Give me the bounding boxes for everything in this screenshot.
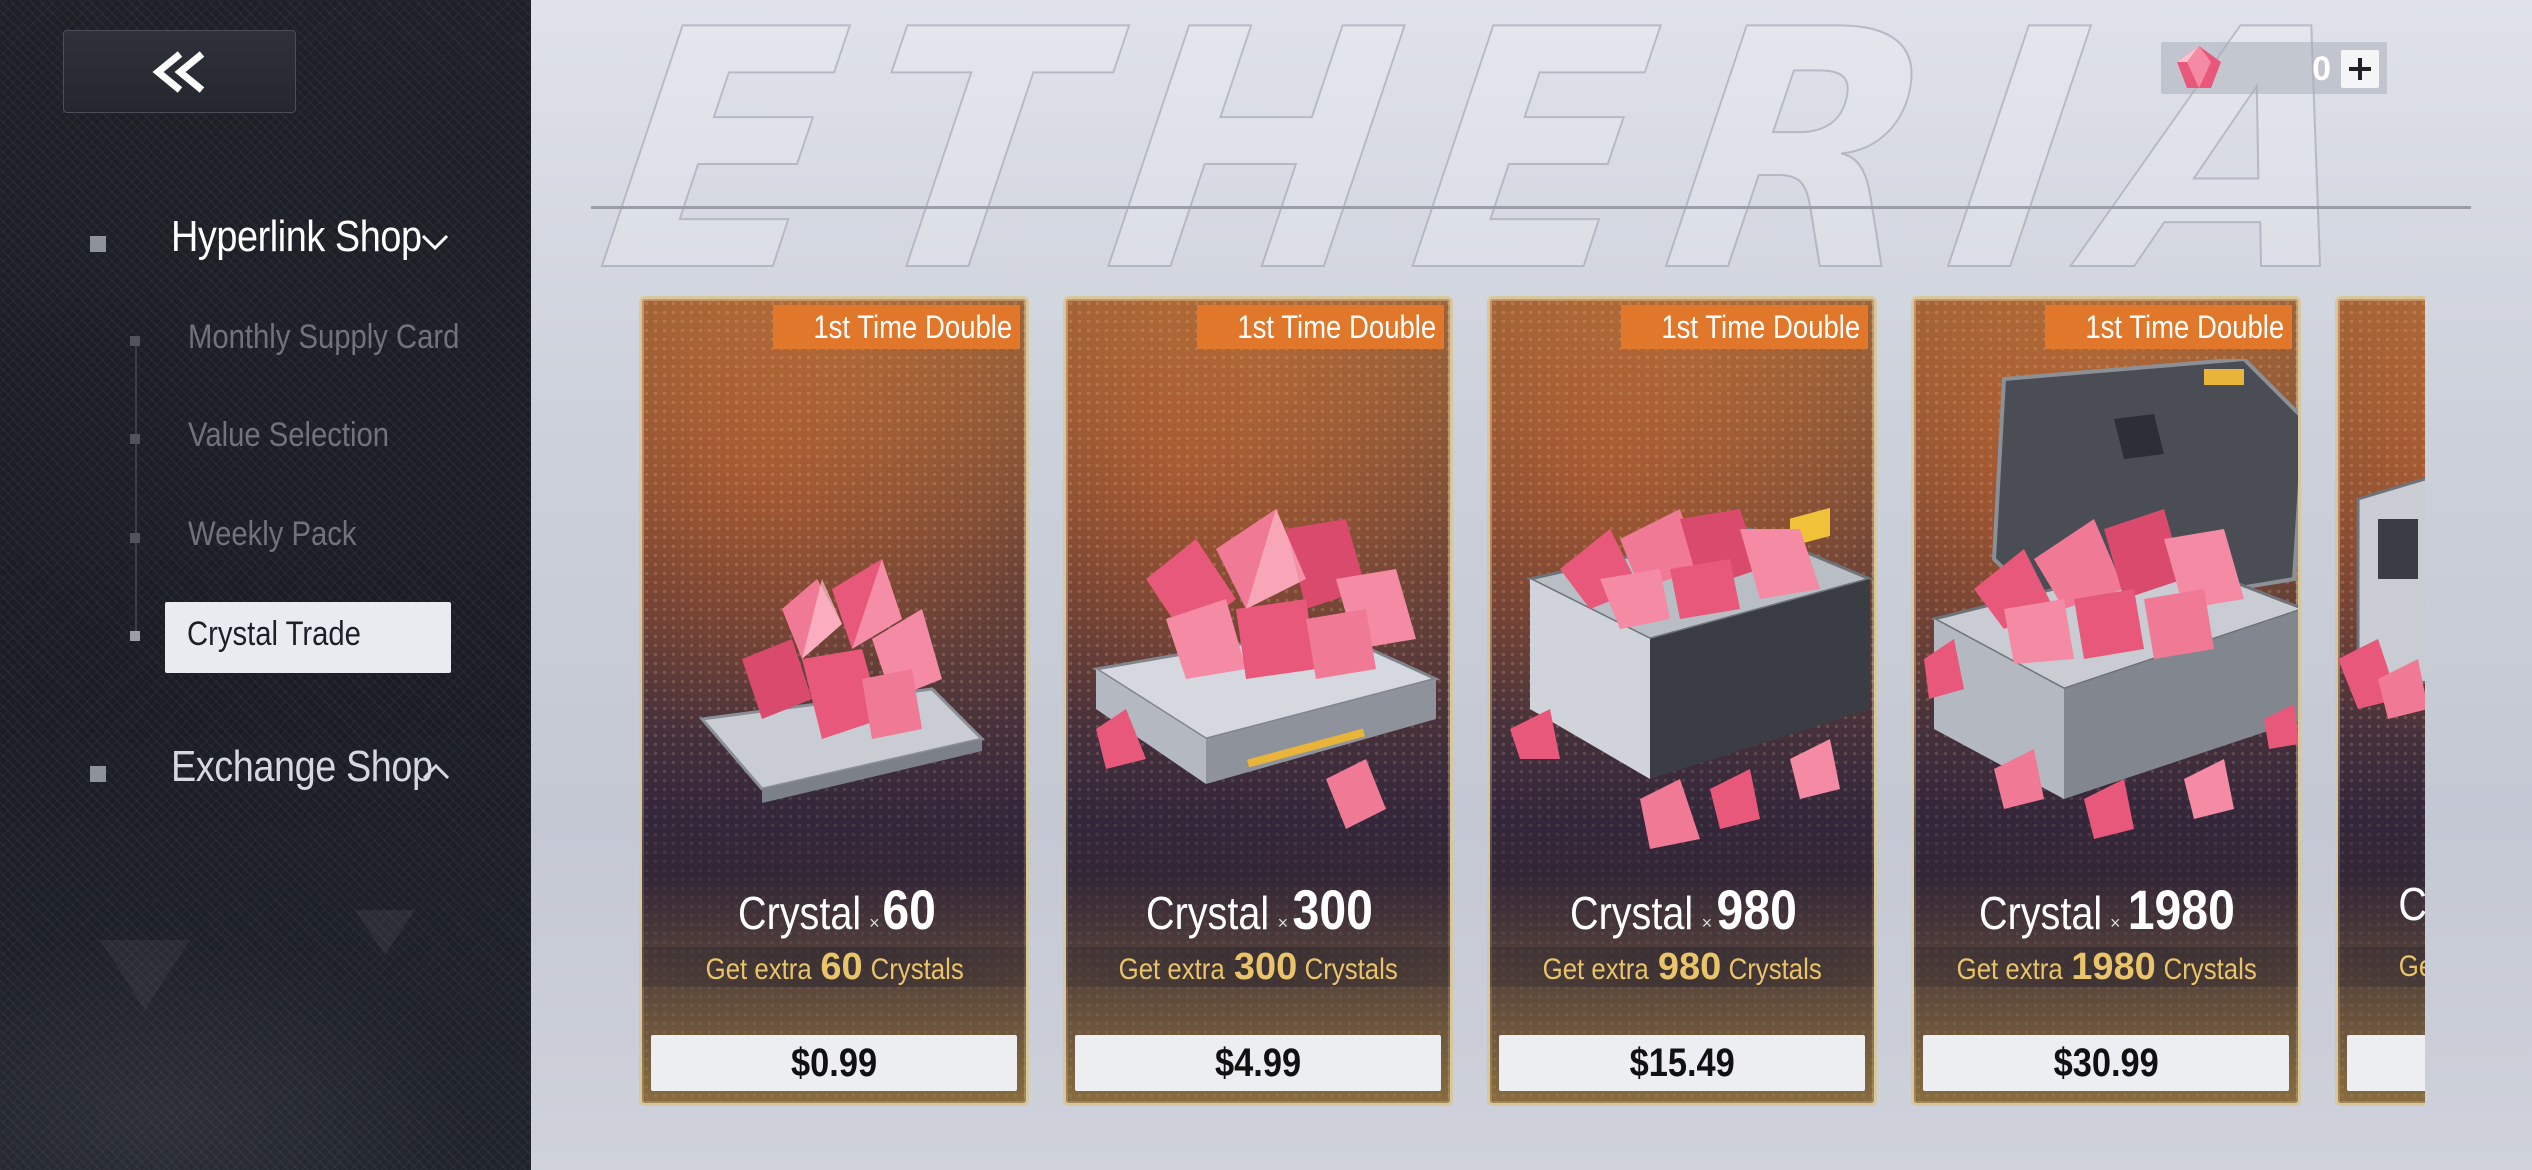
crystal-chest-image [1924, 359, 2298, 839]
submenu-dot [130, 631, 140, 641]
sidebar-item-monthly-supply-card[interactable]: Monthly Supply Card [188, 318, 459, 357]
add-crystals-button[interactable] [2341, 50, 2379, 88]
divider-line [591, 206, 2471, 209]
plus-icon [2349, 58, 2371, 80]
crystal-crate-image [2338, 477, 2425, 719]
shop-main: ETHERIA 0 1st Time Double Crystal ×60 Ge… [531, 0, 2532, 1170]
price-button[interactable]: $30.99 [1923, 1035, 2289, 1091]
crystal-gem-icon [2177, 46, 2221, 88]
sidebar-item-label: Crystal Trade [187, 615, 361, 653]
bonus-text: Get extra 980 Crystals [1490, 947, 1874, 987]
first-time-double-badge: 1st Time Double [772, 305, 1020, 349]
crystal-box-image [1510, 507, 1874, 849]
product-card[interactable]: 1st Time Double [1063, 296, 1453, 1106]
background-watermark-word: ETHERIA [583, 0, 2419, 345]
product-title: Crystal × 1980 [1978, 878, 2235, 941]
bonus-text: Get extra 300 Crystals [1066, 947, 1450, 987]
chevron-up-icon[interactable] [421, 762, 451, 782]
price-button[interactable]: $4.99 [1075, 1035, 1441, 1091]
submenu-dot [130, 434, 140, 444]
product-card[interactable]: 1st Time Double [1487, 296, 1877, 1106]
sidebar-item-value-selection[interactable]: Value Selection [188, 416, 389, 455]
crystal-balance: 0 [2161, 42, 2387, 94]
section-bullet [90, 766, 106, 782]
nav-section-hyperlink-shop[interactable]: Hyperlink Shop [171, 212, 422, 262]
crystal-pile-small-image [699, 559, 985, 803]
price-button[interactable]: $15.49 [1499, 1035, 1865, 1091]
product-card-list: 1st Time Double Crystal ×60 Get extra60 … [639, 296, 2425, 1111]
sidebar-item-weekly-pack[interactable]: Weekly Pack [188, 515, 356, 554]
back-button[interactable] [63, 30, 296, 113]
crystal-tray-image [1091, 509, 1441, 829]
submenu-dot [130, 533, 140, 543]
product-card[interactable]: 1st Time Double [1911, 296, 2301, 1106]
crystal-balance-amount: 0 [2312, 50, 2331, 88]
sidebar-item-crystal-trade[interactable]: Crystal Trade [165, 602, 451, 673]
bonus-text: Get extra 60 Crystals [642, 947, 1026, 987]
product-title: Crystal ×300 [1146, 878, 1373, 941]
nav-section-exchange-shop[interactable]: Exchange Shop [171, 742, 433, 792]
section-bullet [90, 236, 106, 252]
first-time-double-badge: 1st Time Double [1196, 305, 1444, 349]
product-card[interactable]: C Ge [2335, 296, 2425, 1106]
product-title: Crystal ×980 [1570, 878, 1797, 941]
chevron-down-icon[interactable] [420, 232, 450, 252]
sidebar: Hyperlink Shop Monthly Supply Card Value… [0, 0, 531, 1170]
double-chevron-left-icon [151, 50, 204, 93]
first-time-double-badge: 1st Time Double [2044, 305, 2292, 349]
bonus-text: Ge [2338, 947, 2425, 987]
sidebar-decoration [0, 910, 531, 1170]
price-button[interactable]: $0.99 [651, 1035, 1017, 1091]
bonus-text: Get extra 1980 Crystals [1914, 947, 2298, 987]
product-title: C [2398, 878, 2425, 930]
product-title: Crystal ×60 [738, 878, 936, 941]
submenu-dot [130, 336, 140, 346]
submenu-line [135, 345, 137, 635]
price-button[interactable] [2347, 1035, 2425, 1091]
product-card[interactable]: 1st Time Double Crystal ×60 Get extra60 … [639, 296, 1029, 1106]
first-time-double-badge: 1st Time Double [1620, 305, 1868, 349]
